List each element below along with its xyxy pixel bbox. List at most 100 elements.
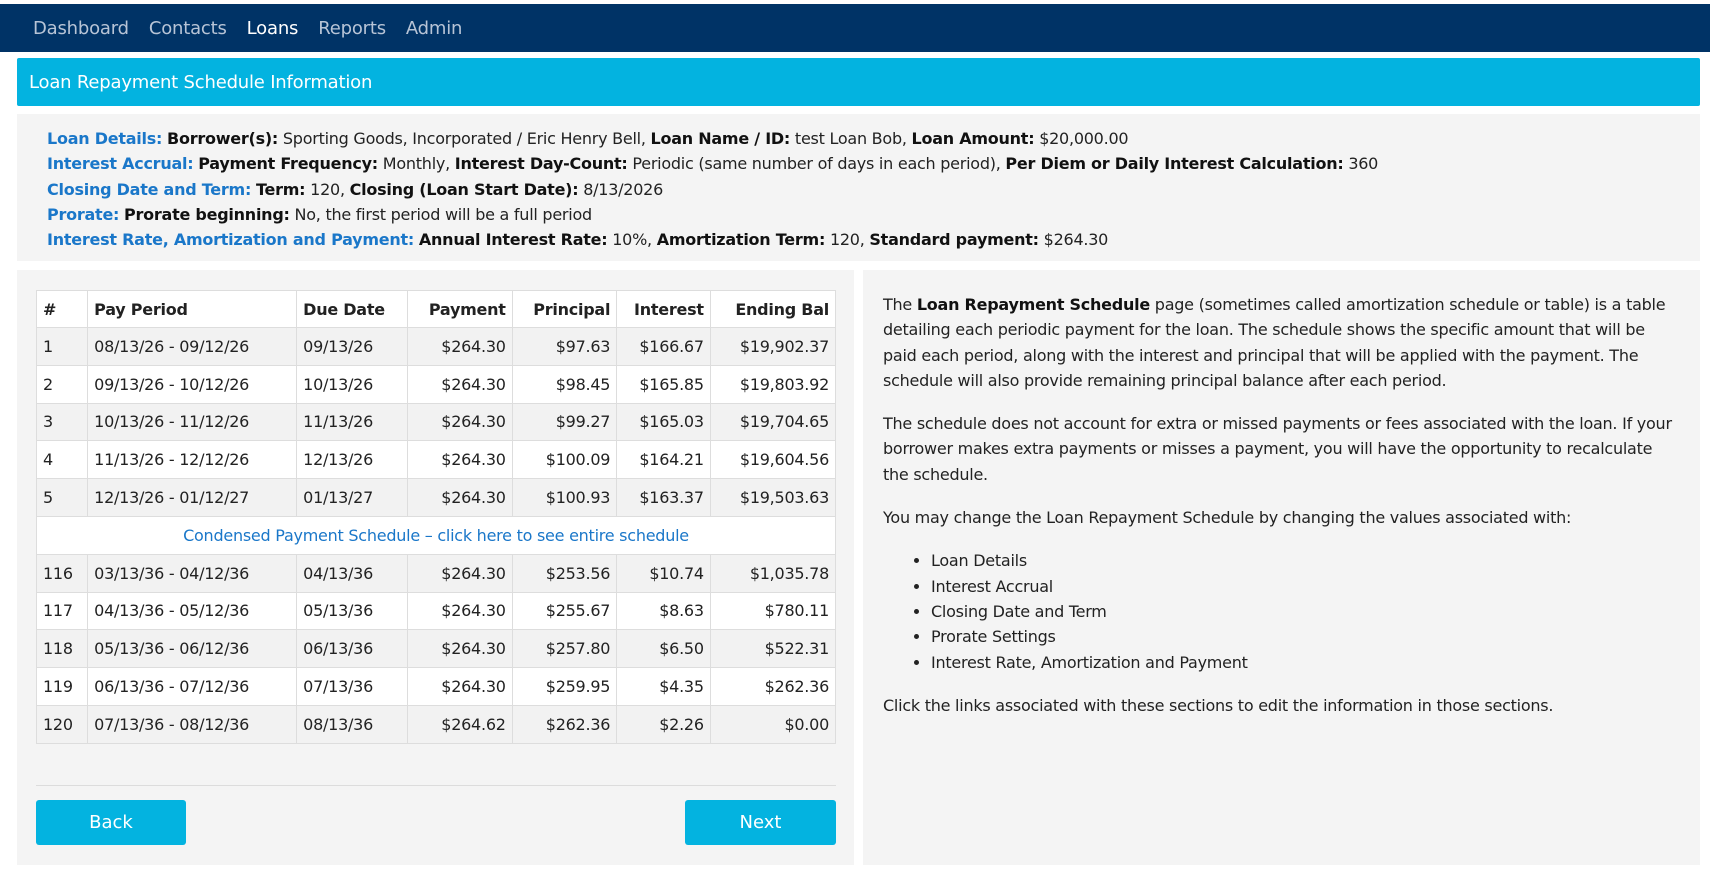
table-cell: $19,503.63	[709, 478, 837, 517]
table-cell: $8.63	[616, 591, 711, 631]
rate-amortization-link[interactable]: Interest Rate, Amortization and Payment:	[47, 230, 414, 249]
col-header-principal: Principal	[511, 290, 618, 328]
table-cell: 07/13/36 - 08/12/36	[87, 704, 298, 744]
table-cell: 116	[35, 553, 89, 593]
closing-date-label: Closing (Loan Start Date):	[349, 179, 579, 199]
day-count-label: Interest Day-Count:	[454, 154, 628, 174]
payment-frequency-label: Payment Frequency:	[198, 154, 378, 174]
term-value: 120,	[305, 179, 350, 199]
nav-reports[interactable]: Reports	[318, 18, 386, 39]
loan-details-link[interactable]: Loan Details:	[47, 129, 162, 148]
col-header-ending-bal: Ending Bal	[709, 290, 837, 328]
table-cell: 3	[35, 402, 89, 442]
prorate-link[interactable]: Prorate:	[47, 205, 119, 224]
nav-admin[interactable]: Admin	[406, 18, 463, 39]
table-cell: $100.09	[511, 440, 618, 480]
table-cell: 06/13/36	[296, 629, 409, 669]
table-row: 4 11/13/26 - 12/12/26 12/13/26 $264.30 $100.…	[35, 440, 837, 480]
table-row: 5 12/13/26 - 01/12/27 01/13/27 $264.30 $100.…	[35, 478, 837, 517]
table-cell: $19,902.37	[709, 327, 837, 366]
col-header-payment: Payment	[407, 290, 513, 328]
list-item: Loan Details	[931, 548, 1680, 573]
table-cell: 12/13/26	[296, 440, 409, 480]
help-paragraph-links: Click the links associated with these se…	[883, 695, 1554, 715]
table-cell: 06/13/36 - 07/12/36	[87, 667, 298, 706]
condensed-schedule-link[interactable]: Condensed Payment Schedule – click here …	[36, 515, 836, 555]
table-cell: $165.85	[616, 364, 711, 404]
annual-rate-label: Annual Interest Rate:	[418, 230, 608, 250]
table-cell: $98.45	[511, 364, 618, 404]
table-cell: 120	[35, 704, 89, 744]
help-paragraph-change: You may change the Loan Repayment Schedu…	[883, 508, 1572, 528]
help-text-bold: Loan Repayment Schedule	[916, 295, 1150, 314]
standard-payment-label: Standard payment:	[869, 230, 1039, 250]
nav-contacts[interactable]: Contacts	[149, 18, 227, 39]
prorate-beginning-label: Prorate beginning:	[124, 204, 290, 224]
table-cell: 09/13/26	[296, 327, 409, 366]
table-cell: 12/13/26 - 01/12/27	[87, 478, 298, 517]
table-cell: 2	[35, 364, 89, 404]
table-cell: $19,704.65	[709, 402, 837, 442]
table-cell: $19,604.56	[709, 440, 837, 480]
amortization-term-value: 120,	[825, 230, 870, 250]
list-item: Interest Rate, Amortization and Payment	[931, 650, 1680, 675]
back-button[interactable]: Back	[36, 800, 186, 845]
prorate-beginning-value: No, the first period will be a full peri…	[289, 204, 593, 224]
col-header-interest: Interest	[616, 290, 711, 328]
page-title: Loan Repayment Schedule Information	[17, 58, 1700, 106]
table-row: 3 10/13/26 - 11/12/26 11/13/26 $264.30 $99.2…	[35, 402, 837, 442]
closing-term-link[interactable]: Closing Date and Term:	[47, 180, 251, 199]
list-item: Interest Accrual	[931, 574, 1680, 599]
table-row: 117 04/13/36 - 05/12/36 05/13/36 $264.30 $25…	[35, 591, 837, 631]
table-cell: $100.93	[511, 478, 618, 517]
table-header-row: # Pay Period Due Date Payment Principal …	[35, 290, 837, 328]
rate-amortization-line: Interest Rate, Amortization and Payment:…	[47, 227, 1700, 252]
table-cell: 05/13/36 - 06/12/36	[87, 629, 298, 669]
table-row: 118 05/13/36 - 06/12/36 06/13/36 $264.30 $25…	[35, 629, 837, 669]
table-cell: $264.30	[407, 402, 513, 442]
table-cell: $262.36	[709, 667, 837, 706]
help-section-list: Loan Details Interest Accrual Closing Da…	[931, 548, 1680, 674]
table-cell: $1,035.78	[709, 553, 837, 593]
col-header-number: #	[35, 290, 89, 328]
table-cell: 01/13/27	[296, 478, 409, 517]
loan-summary: Loan Details: Borrower(s): Sporting Good…	[17, 114, 1700, 261]
table-cell: $4.35	[616, 667, 711, 706]
table-cell: $10.74	[616, 553, 711, 593]
table-cell: 08/13/36	[296, 704, 409, 744]
table-row: 116 03/13/36 - 04/12/36 04/13/36 $264.30 $25…	[35, 553, 837, 593]
payment-frequency-value: Monthly,	[377, 154, 455, 174]
table-cell: $253.56	[511, 553, 618, 593]
interest-accrual-line: Interest Accrual: Payment Frequency: Mon…	[47, 151, 1700, 176]
table-cell: 5	[35, 478, 89, 517]
table-cell: 05/13/36	[296, 591, 409, 631]
per-diem-label: Per Diem or Daily Interest Calculation:	[1005, 154, 1344, 174]
table-cell: $264.30	[407, 591, 513, 631]
table-cell: $257.80	[511, 629, 618, 669]
interest-accrual-link[interactable]: Interest Accrual:	[47, 154, 194, 173]
loan-amount-label: Loan Amount:	[911, 129, 1035, 148]
per-diem-value: 360	[1343, 154, 1379, 174]
next-button[interactable]: Next	[685, 800, 836, 845]
divider	[36, 785, 836, 786]
table-cell: $6.50	[616, 629, 711, 669]
table-cell: 07/13/36	[296, 667, 409, 706]
table-cell: $97.63	[511, 327, 618, 366]
schedule-table: # Pay Period Due Date Payment Principal …	[35, 290, 837, 744]
table-cell: $262.36	[511, 704, 618, 744]
table-row: 119 06/13/36 - 07/12/36 07/13/36 $264.30 $25…	[35, 667, 837, 706]
nav-loans[interactable]: Loans	[247, 18, 299, 39]
table-cell: $522.31	[709, 629, 837, 669]
col-header-pay-period: Pay Period	[87, 290, 298, 328]
table-cell: $0.00	[709, 704, 837, 744]
table-cell: $780.11	[709, 591, 837, 631]
amortization-term-label: Amortization Term:	[656, 230, 826, 250]
nav-dashboard[interactable]: Dashboard	[33, 18, 129, 39]
condensed-schedule-row: Condensed Payment Schedule – click here …	[36, 515, 836, 555]
table-cell: $165.03	[616, 402, 711, 442]
table-cell: $164.21	[616, 440, 711, 480]
help-paragraph-intro: The Loan Repayment Schedule page (someti…	[883, 292, 1680, 393]
list-item: Closing Date and Term	[931, 599, 1680, 624]
table-cell: 09/13/26 - 10/12/26	[87, 364, 298, 404]
table-cell: 4	[35, 440, 89, 480]
